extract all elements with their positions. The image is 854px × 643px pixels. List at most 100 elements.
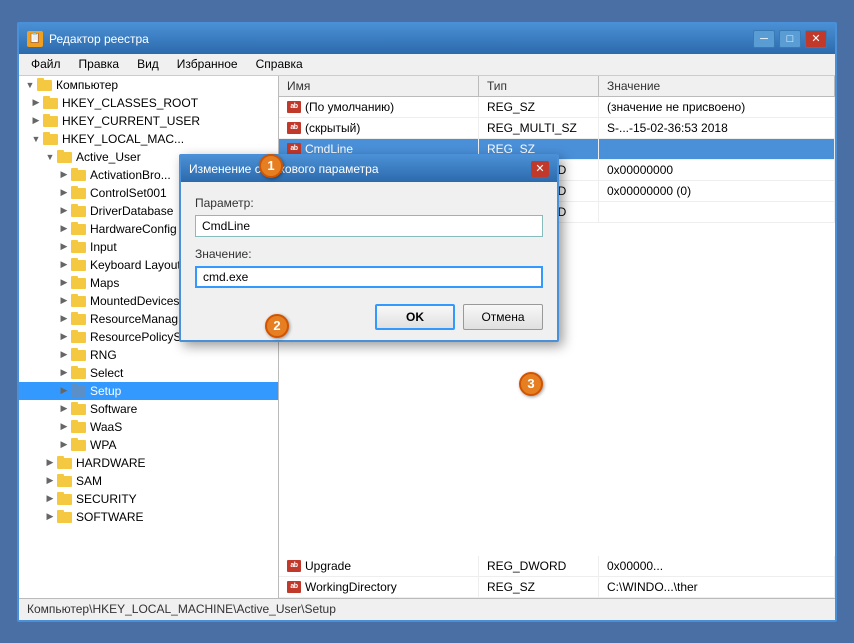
reg-name-cell: ab (По умолчанию) <box>279 97 479 117</box>
status-path: Компьютер\HKEY_LOCAL_MACHINE\Active_User… <box>27 602 336 616</box>
expand-icon: ▶ <box>57 276 71 290</box>
tree-item-sam[interactable]: ▶ SAM <box>19 472 278 490</box>
reg-type-cell: REG_MULTI_SZ <box>479 118 599 138</box>
hkcr-label: HKEY_CLASSES_ROOT <box>62 96 198 110</box>
reg-name-cell: ab Upgrade <box>279 556 479 576</box>
reg-value-cell <box>599 202 835 222</box>
folder-icon <box>71 204 87 218</box>
titlebar: 📋 Редактор реестра ─ □ ✕ <box>19 24 835 54</box>
tree-item-security[interactable]: ▶ SECURITY <box>19 490 278 508</box>
tree-item-hklm[interactable]: ▼ HKEY_LOCAL_MAC... <box>19 130 278 148</box>
dialog-title: Изменение строкового параметра <box>189 162 379 176</box>
table-row[interactable]: ab (По умолчанию) REG_SZ (значение не пр… <box>279 97 835 118</box>
tree-item-computer[interactable]: ▼ Компьютер <box>19 76 278 94</box>
menu-file[interactable]: Файл <box>23 55 69 73</box>
reg-value-cell: C:\WINDO...\ther <box>599 577 835 597</box>
folder-icon <box>71 402 87 416</box>
software-top-label: SOFTWARE <box>76 510 144 524</box>
expand-icon: ▶ <box>57 366 71 380</box>
reg-type-cell: REG_SZ <box>479 577 599 597</box>
folder-icon <box>71 438 87 452</box>
folder-icon <box>71 294 87 308</box>
folder-icon <box>71 258 87 272</box>
expand-icon: ▶ <box>57 348 71 362</box>
expand-icon: ▶ <box>57 402 71 416</box>
reg-icon: ab <box>287 560 301 572</box>
dialog-body: Параметр: Значение: OK Отмена <box>181 182 557 340</box>
app-icon: 📋 <box>27 31 43 47</box>
tree-item-hkcr[interactable]: ▶ HKEY_CLASSES_ROOT <box>19 94 278 112</box>
value-input[interactable] <box>195 266 543 288</box>
registry-editor-window: 📋 Редактор реестра ─ □ ✕ Файл Правка Вид… <box>17 22 837 622</box>
window-title: Редактор реестра <box>49 32 753 46</box>
reg-name-cell: ab (скрытый) <box>279 118 479 138</box>
expand-icon: ▶ <box>43 456 57 470</box>
tree-item-hkcu[interactable]: ▶ HKEY_CURRENT_USER <box>19 112 278 130</box>
expand-icon: ▶ <box>57 384 71 398</box>
folder-icon <box>71 276 87 290</box>
folder-icon <box>71 312 87 326</box>
folder-icon <box>43 96 59 110</box>
minimize-button[interactable]: ─ <box>753 30 775 48</box>
tree-item-rng[interactable]: ▶ RNG <box>19 346 278 364</box>
table-row[interactable]: ab (скрытый) REG_MULTI_SZ S-...-15-02-36… <box>279 118 835 139</box>
reg-value-cell: S-...-15-02-36:53 2018 <box>599 118 835 138</box>
menu-view[interactable]: Вид <box>129 55 167 73</box>
security-label: SECURITY <box>76 492 137 506</box>
expand-icon: ▶ <box>57 294 71 308</box>
folder-icon <box>43 132 59 146</box>
expand-icon: ▶ <box>43 510 57 524</box>
tree-item-software[interactable]: ▶ Software <box>19 400 278 418</box>
col-name: Имя <box>279 76 479 96</box>
badge-2: 2 <box>265 314 289 338</box>
folder-icon <box>71 222 87 236</box>
folder-icon <box>43 114 59 128</box>
folder-icon <box>71 348 87 362</box>
expand-icon: ▶ <box>43 492 57 506</box>
setup-label: Setup <box>90 384 121 398</box>
maximize-button[interactable]: □ <box>779 30 801 48</box>
reg-icon: ab <box>287 143 301 155</box>
sam-label: SAM <box>76 474 102 488</box>
close-button[interactable]: ✕ <box>805 30 827 48</box>
expand-icon: ▶ <box>57 240 71 254</box>
folder-icon <box>71 330 87 344</box>
expand-icon: ▶ <box>29 96 43 110</box>
tree-item-select[interactable]: ▶ Select <box>19 364 278 382</box>
expand-icon: ▶ <box>57 258 71 272</box>
expand-icon: ▶ <box>57 186 71 200</box>
badge-3: 3 <box>519 372 543 396</box>
folder-icon <box>57 150 73 164</box>
reg-value-cell: (значение не присвоено) <box>599 97 835 117</box>
input-label: Input <box>90 240 117 254</box>
table-row[interactable]: ab Upgrade REG_DWORD 0x00000... <box>279 556 835 577</box>
cancel-button[interactable]: Отмена <box>463 304 543 330</box>
value-label: Значение: <box>195 247 543 261</box>
reg-type-cell: REG_SZ <box>479 97 599 117</box>
expand-icon: ▼ <box>43 150 57 164</box>
expand-icon: ▶ <box>57 222 71 236</box>
folder-icon <box>57 474 73 488</box>
dialog-close-button[interactable]: ✕ <box>531 161 549 177</box>
menu-edit[interactable]: Правка <box>71 55 128 73</box>
maps-label: Maps <box>90 276 119 290</box>
menu-help[interactable]: Справка <box>248 55 311 73</box>
param-input[interactable] <box>195 215 543 237</box>
tree-item-waas[interactable]: ▶ WaaS <box>19 418 278 436</box>
reg-value-cell: 0x00000... <box>599 556 835 576</box>
reg-value-cell <box>599 139 835 159</box>
tree-item-software-top[interactable]: ▶ SOFTWARE <box>19 508 278 526</box>
tree-item-hardware[interactable]: ▶ HARDWARE <box>19 454 278 472</box>
active-user-label: Active_User <box>76 150 141 164</box>
reg-type-cell: REG_DWORD <box>479 556 599 576</box>
menu-favorites[interactable]: Избранное <box>169 55 246 73</box>
ok-button[interactable]: OK <box>375 304 455 330</box>
table-row[interactable]: ab WorkingDirectory REG_SZ C:\WINDO...\t… <box>279 577 835 598</box>
expand-icon: ▶ <box>57 330 71 344</box>
keyboard-layout-label: Keyboard Layout <box>90 258 181 272</box>
tree-item-wpa[interactable]: ▶ WPA <box>19 436 278 454</box>
folder-icon <box>71 186 87 200</box>
reg-value-cell: 0x00000000 <box>599 160 835 180</box>
tree-item-setup[interactable]: ▶ Setup <box>19 382 278 400</box>
reg-value-cell: 0x00000000 (0) <box>599 181 835 201</box>
